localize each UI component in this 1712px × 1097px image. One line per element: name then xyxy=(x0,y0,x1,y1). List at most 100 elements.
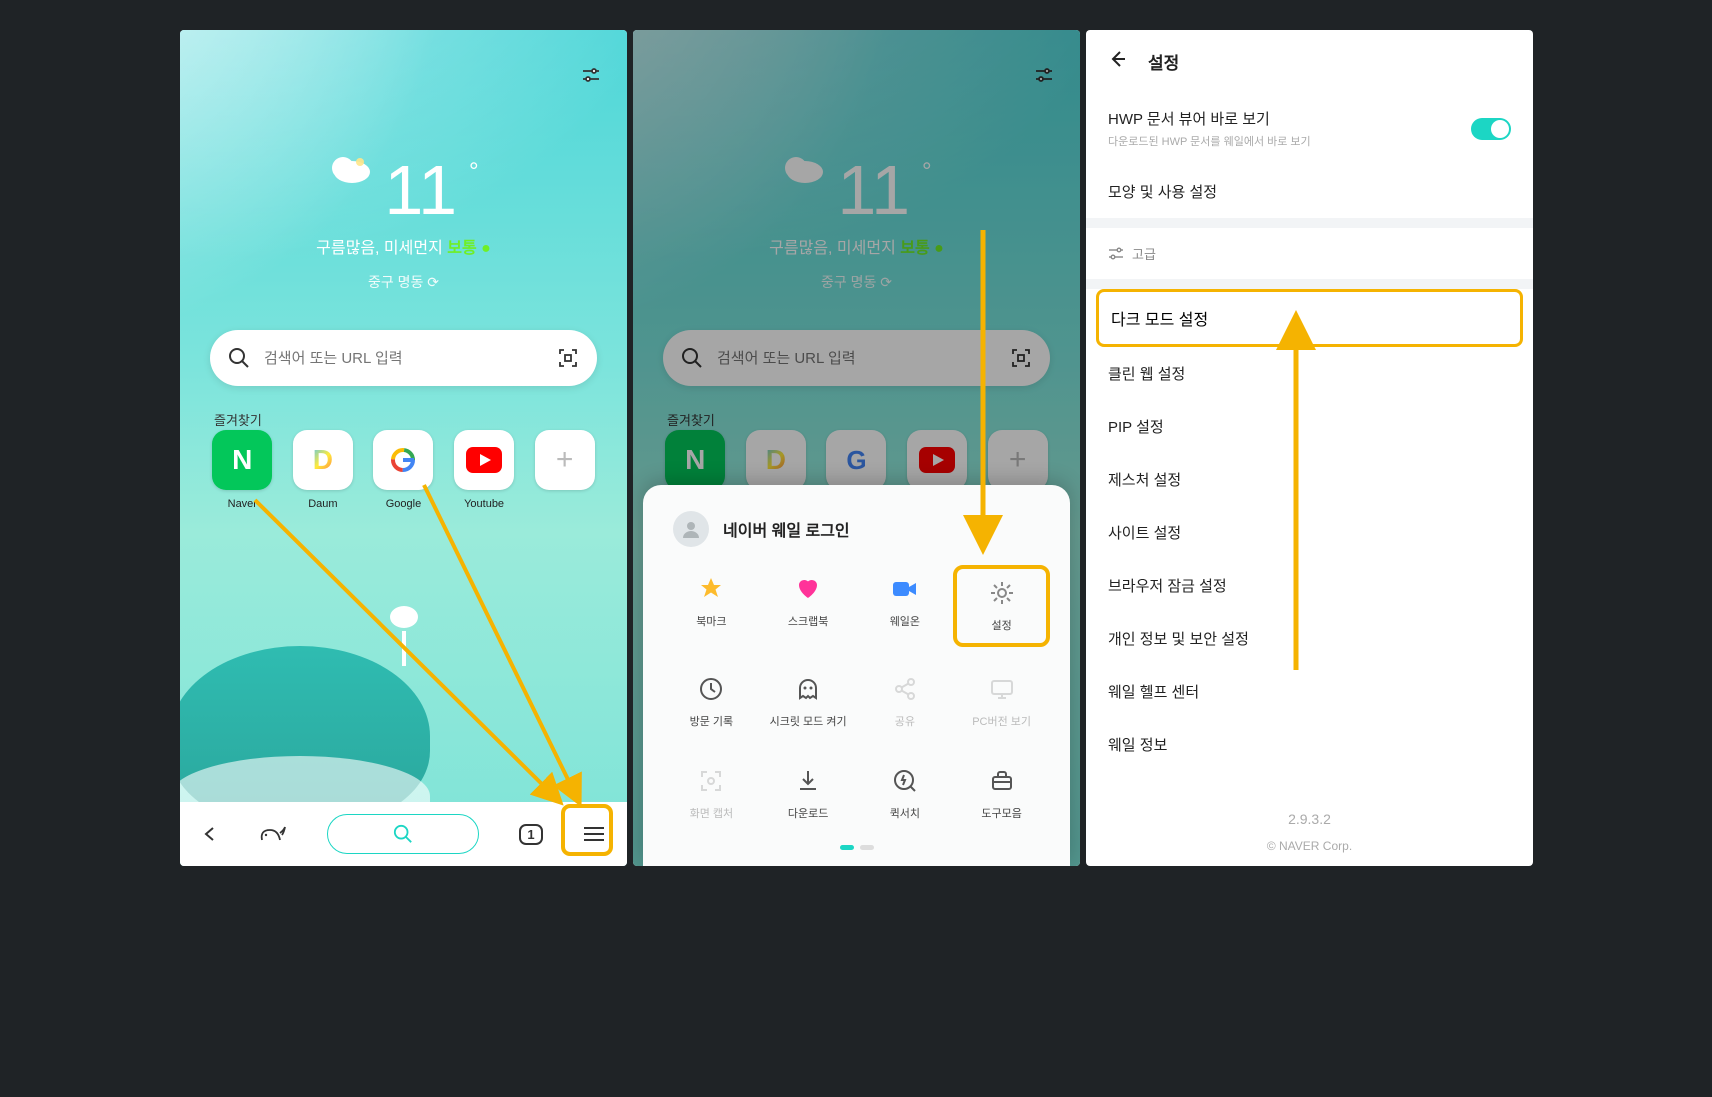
menu-item-share: 공유 xyxy=(857,665,954,739)
page-indicator xyxy=(663,845,1050,850)
setting-hwp-viewer[interactable]: HWP 문서 뷰어 바로 보기 다운로드된 HWP 문서를 웨일에서 바로 보기 xyxy=(1086,92,1533,165)
menu-item-label: PC버전 보기 xyxy=(972,713,1031,729)
favorite-youtube[interactable]: Youtube xyxy=(452,430,517,510)
download-icon xyxy=(795,767,821,795)
setting-row[interactable]: 브라우저 잠금 설정 xyxy=(1086,559,1533,612)
menu-item-label: 퀵서치 xyxy=(890,805,920,821)
weather-location[interactable]: 중구 명동 ⟳ xyxy=(180,272,627,292)
search-icon xyxy=(393,824,413,844)
star-icon xyxy=(698,575,724,603)
sheet-header[interactable]: 네이버 웨일 로그인 xyxy=(663,505,1050,565)
settings-footer: 2.9.3.2 © NAVER Corp. xyxy=(1086,771,1533,866)
menu-item-label: 도구모음 xyxy=(981,805,1021,821)
menu-item-heart[interactable]: 스크랩북 xyxy=(760,565,857,647)
google-icon xyxy=(373,430,433,490)
menu-sheet: 네이버 웨일 로그인 북마크 스크랩북 웨일온 설정방문 기록 시크릿 모드 켜기 공유 P… xyxy=(643,485,1070,866)
whale-logo-icon[interactable] xyxy=(258,824,286,844)
setting-row[interactable]: 제스처 설정 xyxy=(1086,453,1533,506)
menu-item-label: 공유 xyxy=(895,713,915,729)
toolbox-icon xyxy=(989,767,1015,795)
screenshot-composite: 11 ° 구름많음, 미세먼지 보통 ● 중구 명동 ⟳ 즐겨찾기 N Nave… xyxy=(180,30,1532,866)
back-button[interactable] xyxy=(202,826,218,842)
settings-header: 설정 xyxy=(1086,30,1533,92)
section-advanced: 고급 xyxy=(1086,228,1533,279)
search-bar[interactable] xyxy=(210,330,597,386)
setting-row[interactable]: 웨일 정보 xyxy=(1086,718,1533,771)
menu-grid: 북마크 스크랩북 웨일온 설정방문 기록 시크릿 모드 켜기 공유 PC버전 보기화면 캡처… xyxy=(663,565,1050,831)
version-label: 2.9.3.2 xyxy=(1086,811,1533,827)
youtube-icon xyxy=(454,430,514,490)
menu-item-clock[interactable]: 방문 기록 xyxy=(663,665,760,739)
setting-row[interactable]: 사이트 설정 xyxy=(1086,506,1533,559)
search-input[interactable] xyxy=(262,349,545,368)
favorites-row: N Naver D Daum Google Youtube + xyxy=(210,430,597,510)
quicksearch-icon xyxy=(892,767,918,795)
setting-row[interactable]: 다크 모드 설정 xyxy=(1096,289,1523,347)
tab-count-button[interactable]: 1 xyxy=(519,824,542,845)
login-label: 네이버 웨일 로그인 xyxy=(723,517,850,541)
menu-item-video[interactable]: 웨일온 xyxy=(857,565,954,647)
menu-item-toolbox[interactable]: 도구모음 xyxy=(953,757,1050,831)
hwp-subtitle: 다운로드된 HWP 문서를 웨일에서 바로 보기 xyxy=(1108,133,1311,149)
menu-item-label: 다운로드 xyxy=(788,805,828,821)
separator xyxy=(1086,279,1533,289)
page-title: 설정 xyxy=(1148,49,1179,74)
degree-symbol: ° xyxy=(469,158,479,186)
menu-item-label: 북마크 xyxy=(696,613,726,629)
cloud-icon xyxy=(328,150,372,184)
menu-item-label: 설정 xyxy=(992,617,1012,633)
highlight-menu-button xyxy=(561,804,613,856)
ghost-icon xyxy=(795,675,821,703)
setting-appearance[interactable]: 모양 및 사용 설정 xyxy=(1086,165,1533,218)
heart-icon xyxy=(795,575,821,603)
temperature: 11 xyxy=(384,150,457,230)
naver-icon: N xyxy=(212,430,272,490)
menu-item-label: 시크릿 모드 켜기 xyxy=(770,713,847,729)
setting-row[interactable]: 웨일 헬프 센터 xyxy=(1086,665,1533,718)
phone-1-home: 11 ° 구름많음, 미세먼지 보통 ● 중구 명동 ⟳ 즐겨찾기 N Nave… xyxy=(180,30,627,866)
favorite-google[interactable]: Google xyxy=(371,430,436,510)
clock-icon xyxy=(698,675,724,703)
hwp-title: HWP 문서 뷰어 바로 보기 xyxy=(1108,108,1311,129)
share-icon xyxy=(892,675,918,703)
setting-row[interactable]: PIP 설정 xyxy=(1086,400,1533,453)
favorites-label: 즐겨찾기 xyxy=(214,410,262,429)
weather-widget[interactable]: 11 ° 구름많음, 미세먼지 보통 ● 중구 명동 ⟳ xyxy=(180,150,627,292)
toggle-on[interactable] xyxy=(1471,118,1511,140)
menu-item-star[interactable]: 북마크 xyxy=(663,565,760,647)
capture-icon xyxy=(698,767,724,795)
menu-item-gear[interactable]: 설정 xyxy=(953,565,1050,647)
qr-icon[interactable] xyxy=(557,347,579,369)
gear-icon xyxy=(989,579,1015,607)
menu-item-ghost[interactable]: 시크릿 모드 켜기 xyxy=(760,665,857,739)
favorite-add[interactable]: + xyxy=(532,430,597,510)
filter-icon[interactable] xyxy=(581,66,601,91)
menu-item-label: 웨일온 xyxy=(890,613,920,629)
monitor-icon xyxy=(989,675,1015,703)
avatar-icon xyxy=(673,511,709,547)
phone-2-menu-sheet: 11 ° 구름많음, 미세먼지 보통 ● 중구 명동 ⟳ 즐겨찾기 N D G … xyxy=(633,30,1080,866)
favorite-daum[interactable]: D Daum xyxy=(291,430,356,510)
settings-list: 다크 모드 설정클린 웹 설정PIP 설정제스처 설정사이트 설정브라우저 잠금… xyxy=(1086,289,1533,771)
search-pill-button[interactable] xyxy=(327,814,479,854)
sprout-decoration xyxy=(390,606,420,666)
favorite-naver[interactable]: N Naver xyxy=(210,430,275,510)
phone-3-settings: 설정 HWP 문서 뷰어 바로 보기 다운로드된 HWP 문서를 웨일에서 바로… xyxy=(1086,30,1533,866)
copyright-label: © NAVER Corp. xyxy=(1086,839,1533,853)
weather-condition: 구름많음, 미세먼지 보통 ● xyxy=(180,234,627,258)
back-button[interactable] xyxy=(1106,48,1128,75)
menu-item-label: 방문 기록 xyxy=(690,713,734,729)
bottom-bar: 1 xyxy=(180,802,627,866)
setting-row[interactable]: 클린 웹 설정 xyxy=(1086,347,1533,400)
menu-item-quicksearch[interactable]: 퀵서치 xyxy=(857,757,954,831)
sliders-icon xyxy=(1108,246,1124,262)
setting-row[interactable]: 개인 정보 및 보안 설정 xyxy=(1086,612,1533,665)
daum-icon: D xyxy=(293,430,353,490)
menu-item-label: 스크랩북 xyxy=(788,613,828,629)
plus-icon: + xyxy=(535,430,595,490)
search-icon xyxy=(228,347,250,369)
separator xyxy=(1086,218,1533,228)
menu-item-download[interactable]: 다운로드 xyxy=(760,757,857,831)
video-icon xyxy=(892,575,918,603)
menu-item-label: 화면 캡처 xyxy=(690,805,734,821)
